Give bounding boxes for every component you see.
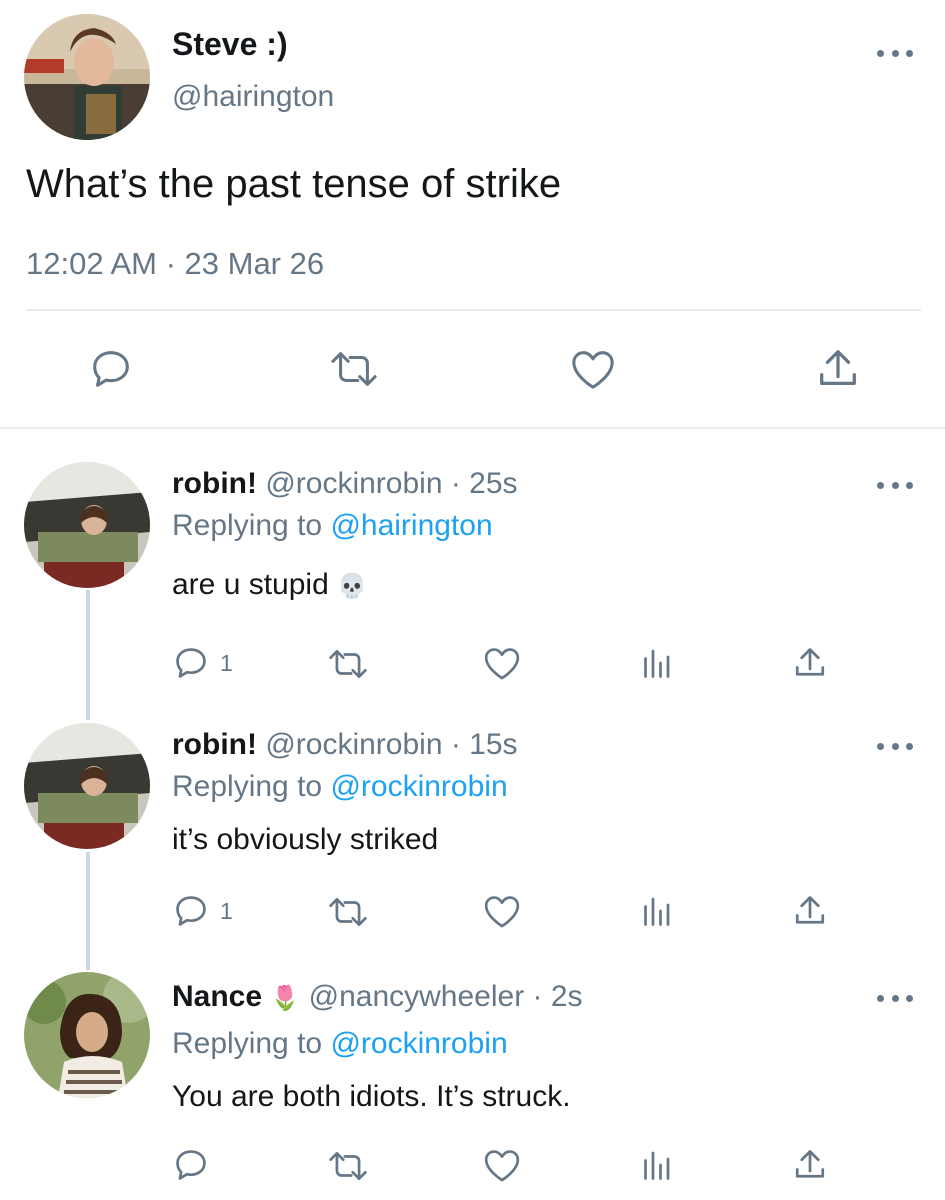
analytics-icon[interactable] <box>638 1147 674 1183</box>
share-icon[interactable] <box>815 346 861 392</box>
reply-author-name[interactable]: robin! <box>172 728 257 761</box>
replying-to-label: Replying to <box>172 509 323 542</box>
analytics-icon[interactable] <box>638 893 674 929</box>
retweet-icon[interactable] <box>326 645 370 683</box>
thread-line <box>86 852 90 970</box>
replying-to: Replying to @hairington <box>172 509 493 543</box>
reply-icon[interactable] <box>172 644 210 682</box>
reply-icon[interactable] <box>88 346 134 392</box>
divider <box>26 309 921 311</box>
reply-author-handle[interactable]: @nancywheeler <box>309 980 525 1013</box>
author-name[interactable]: Steve :) <box>172 26 288 63</box>
analytics-icon[interactable] <box>638 645 674 681</box>
replying-to-mention[interactable]: @hairington <box>330 509 492 542</box>
more-options-icon[interactable] <box>877 480 913 490</box>
tweet-timestamp[interactable]: 12:02 AM · 23 Mar 26 <box>26 246 324 282</box>
section-divider <box>0 427 945 429</box>
reply-count: 1 <box>220 898 233 924</box>
reply-text-body: are u stupid <box>172 568 329 601</box>
avatar-steve[interactable] <box>24 14 150 140</box>
avatar-robin[interactable] <box>24 723 150 849</box>
more-options-icon[interactable] <box>877 993 913 1003</box>
share-icon[interactable] <box>792 1146 828 1184</box>
like-icon[interactable] <box>483 1147 521 1183</box>
tweet-text: What’s the past tense of strike <box>26 162 562 206</box>
like-icon[interactable] <box>483 645 521 681</box>
replying-to-label: Replying to <box>172 1027 323 1060</box>
avatar-nance-icon <box>24 972 150 1098</box>
reply-count: 1 <box>220 650 233 676</box>
reply-age: · 25s <box>450 467 518 500</box>
reply-text: it’s obviously striked <box>172 823 439 856</box>
avatar-robin-icon <box>24 723 150 849</box>
reply-text: You are both idiots. It’s struck. <box>172 1080 571 1113</box>
tulip-emoji-icon: 🌷 <box>270 985 301 1012</box>
avatar-robin[interactable] <box>24 462 150 588</box>
share-icon[interactable] <box>792 892 828 930</box>
reply-icon[interactable] <box>172 1146 210 1184</box>
reply-author-name[interactable]: robin! <box>172 467 257 500</box>
more-options-icon[interactable] <box>877 48 913 58</box>
like-icon[interactable] <box>483 893 521 929</box>
reply-icon[interactable] <box>172 892 210 930</box>
replying-to-mention[interactable]: @rockinrobin <box>330 770 507 803</box>
retweet-icon[interactable] <box>326 1147 370 1185</box>
retweet-icon[interactable] <box>328 346 380 392</box>
avatar-nance[interactable] <box>24 972 150 1098</box>
share-icon[interactable] <box>792 644 828 682</box>
skull-emoji-icon: 💀 <box>337 573 368 600</box>
replying-to: Replying to @rockinrobin <box>172 770 508 804</box>
reply-header: robin! @rockinrobin · 25s <box>172 467 518 501</box>
reply-author-handle[interactable]: @rockinrobin <box>265 467 442 500</box>
retweet-icon[interactable] <box>326 893 370 931</box>
replying-to: Replying to @rockinrobin <box>172 1027 508 1061</box>
reply-age: · 15s <box>450 728 518 761</box>
reply-header: Nance 🌷 @nancywheeler · 2s <box>172 980 583 1014</box>
reply-header: robin! @rockinrobin · 15s <box>172 728 518 762</box>
more-options-icon[interactable] <box>877 741 913 751</box>
avatar-robin-icon <box>24 462 150 588</box>
like-icon[interactable] <box>570 347 616 391</box>
reply-age: · 2s <box>532 980 583 1013</box>
author-handle[interactable]: @hairington <box>172 80 334 114</box>
thread-line <box>86 590 90 720</box>
avatar-steve-icon <box>24 14 150 140</box>
reply-text: are u stupid 💀 <box>172 568 367 602</box>
reply-author-name[interactable]: Nance <box>172 980 262 1013</box>
replying-to-label: Replying to <box>172 770 323 803</box>
reply-author-handle[interactable]: @rockinrobin <box>265 728 442 761</box>
replying-to-mention[interactable]: @rockinrobin <box>330 1027 507 1060</box>
